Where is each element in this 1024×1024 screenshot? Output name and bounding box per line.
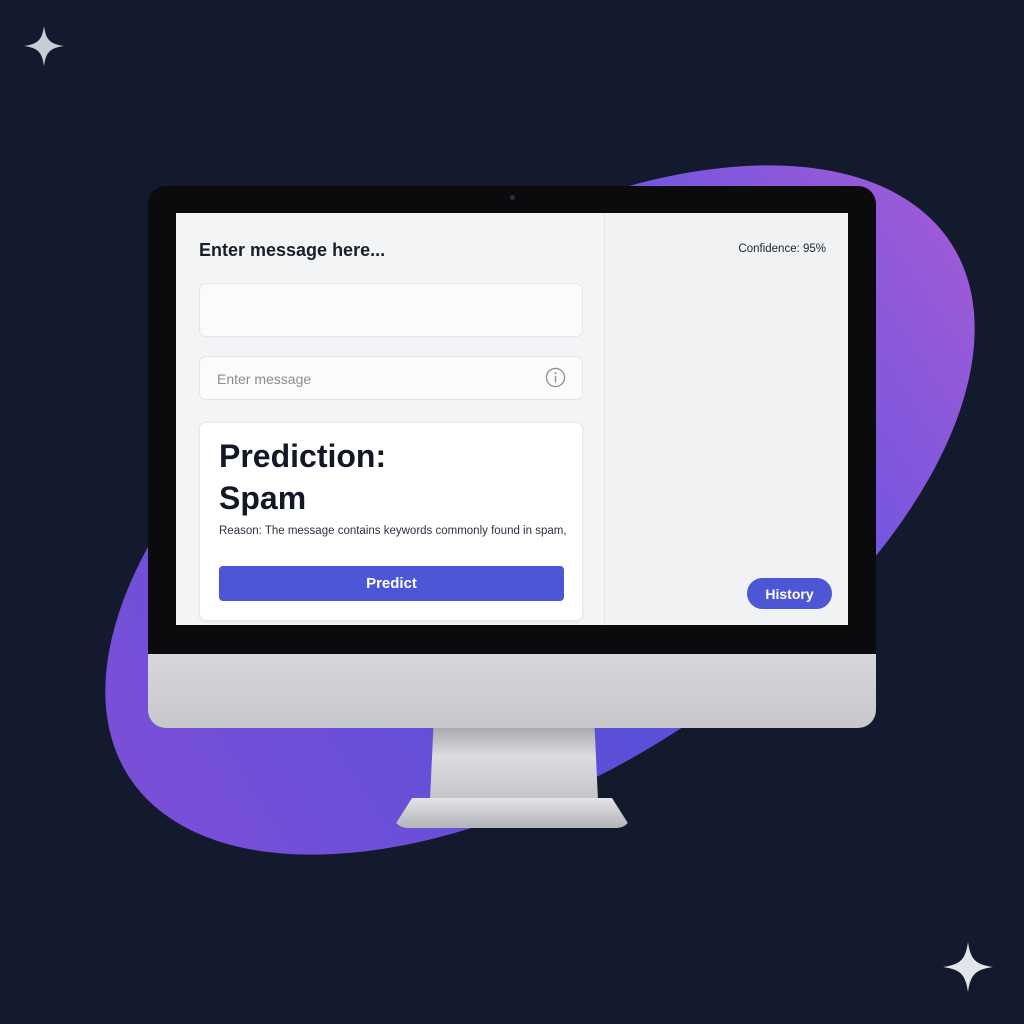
prediction-reason: Reason: The message contains keywords co… [219,525,567,537]
prediction-label: Prediction: [219,438,387,474]
confidence-label: Confidence: 95% [738,243,826,255]
predict-button[interactable]: Predict [219,566,564,601]
history-button[interactable]: History [747,578,832,609]
monitor-stand-neck [430,728,598,800]
monitor-chin [148,654,876,728]
input-panel: Enter message here... Prediction: [176,213,604,625]
prediction-heading: Prediction: Spam [219,435,519,519]
app-screen: Enter message here... Prediction: [176,213,848,625]
monitor-stand-base [393,798,631,828]
message-input-field[interactable] [199,356,583,400]
prediction-result-card: Prediction: Spam Reason: The message con… [199,422,583,621]
message-input[interactable] [215,367,519,391]
info-icon[interactable] [545,367,566,388]
side-panel: Confidence: 95% History [605,213,848,625]
message-text-area[interactable] [199,283,583,337]
monitor-bezel: Enter message here... Prediction: [148,186,876,656]
sparkle-icon [24,26,64,66]
page-title: Enter message here... [199,240,386,260]
monitor: Enter message here... Prediction: [148,186,876,728]
scene: Enter message here... Prediction: [0,0,1024,1024]
sparkle-icon [943,942,993,992]
prediction-value: Spam [219,480,307,516]
camera-icon [510,195,515,200]
